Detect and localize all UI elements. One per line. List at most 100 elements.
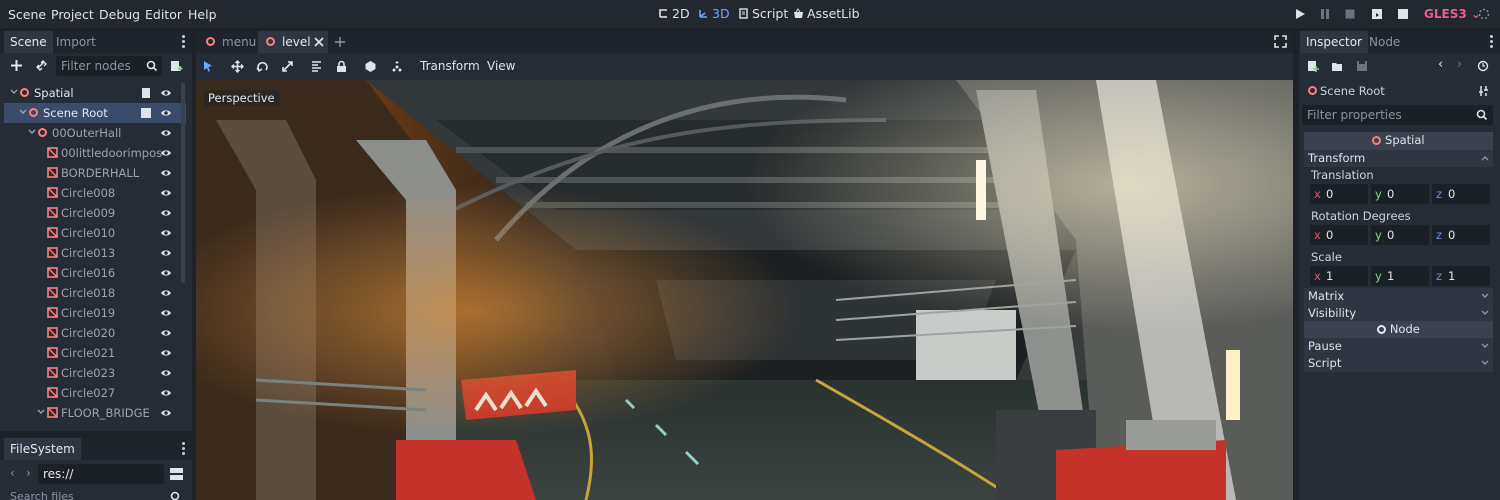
rotation-x-field[interactable]: x0 (1310, 225, 1368, 245)
visibility-eye-icon[interactable] (160, 187, 172, 199)
menu-help[interactable]: Help (188, 7, 217, 22)
tree-item[interactable]: Circle018 (4, 283, 186, 303)
tree-item[interactable]: FLOOR_BRIDGE (4, 403, 186, 423)
renderer-select[interactable]: GLES3 ⌄ (1424, 7, 1481, 21)
rotate-mode-icon[interactable] (256, 60, 269, 73)
group-icon[interactable] (364, 60, 377, 73)
forward-icon[interactable]: › (26, 466, 31, 480)
play-icon[interactable] (1294, 8, 1306, 20)
section-matrix[interactable]: Matrix (1304, 288, 1493, 305)
split-view-icon[interactable] (170, 467, 183, 480)
scene-tab-menu[interactable]: menu (200, 31, 258, 53)
menu-debug[interactable]: Debug (99, 7, 140, 22)
visibility-eye-icon[interactable] (160, 107, 172, 119)
tree-item[interactable]: Scene Root (4, 103, 186, 123)
move-mode-icon[interactable] (231, 60, 244, 73)
tree-item[interactable]: BORDERHALL (4, 163, 186, 183)
play-scene-icon[interactable] (1371, 8, 1383, 20)
chevron-down-icon[interactable] (19, 108, 27, 116)
scale-x-field[interactable]: x1 (1310, 266, 1368, 286)
select-mode-icon[interactable] (202, 60, 215, 73)
visibility-eye-icon[interactable] (160, 87, 172, 99)
visibility-eye-icon[interactable] (160, 407, 172, 419)
translation-y-field[interactable]: y0 (1371, 184, 1429, 204)
pause-icon[interactable] (1319, 8, 1331, 20)
filesystem-dock-menu-icon[interactable] (182, 442, 186, 456)
history-forward-icon[interactable]: › (1457, 57, 1462, 72)
object-properties-icon[interactable] (1478, 85, 1490, 97)
visibility-eye-icon[interactable] (160, 307, 172, 319)
translation-z-field[interactable]: z0 (1432, 184, 1490, 204)
list-select-icon[interactable] (310, 60, 323, 73)
menu-project[interactable]: Project (51, 7, 94, 22)
visibility-eye-icon[interactable] (160, 387, 172, 399)
attach-script-icon[interactable] (170, 59, 183, 72)
scene-tab-level[interactable]: level (258, 31, 328, 53)
distraction-free-icon[interactable] (1274, 35, 1287, 48)
visibility-eye-icon[interactable] (160, 227, 172, 239)
visibility-eye-icon[interactable] (160, 367, 172, 379)
open-scene-icon[interactable] (140, 107, 152, 119)
chevron-down-icon[interactable] (37, 408, 45, 416)
lock-icon[interactable] (335, 60, 348, 73)
scale-y-field[interactable]: y1 (1371, 266, 1429, 286)
stop-icon[interactable] (1344, 8, 1356, 20)
transform-menu[interactable]: Transform (420, 59, 480, 73)
workspace-3d-button[interactable]: 3D (698, 6, 730, 21)
visibility-eye-icon[interactable] (160, 147, 172, 159)
section-pause[interactable]: Pause (1304, 338, 1493, 355)
script-icon[interactable] (140, 87, 152, 99)
visibility-eye-icon[interactable] (160, 287, 172, 299)
chevron-down-icon[interactable] (28, 128, 36, 136)
visibility-eye-icon[interactable] (160, 127, 172, 139)
section-script[interactable]: Script (1304, 355, 1493, 372)
inspected-node[interactable]: Scene Root (1304, 84, 1493, 100)
scale-mode-icon[interactable] (281, 60, 294, 73)
tab-import[interactable]: Import (50, 31, 102, 53)
workspace-2d-button[interactable]: 2D (658, 6, 690, 21)
translation-x-field[interactable]: x0 (1310, 184, 1368, 204)
tree-item[interactable]: Circle020 (4, 323, 186, 343)
scene-dock-menu-icon[interactable] (182, 35, 186, 49)
history-back-icon[interactable]: ‹ (1438, 57, 1443, 72)
visibility-eye-icon[interactable] (160, 347, 172, 359)
tree-item[interactable]: Circle023 (4, 363, 186, 383)
instance-scene-icon[interactable] (35, 59, 48, 72)
save-resource-icon[interactable] (1356, 60, 1368, 72)
perspective-menu[interactable]: Perspective (204, 90, 279, 106)
snap-icon[interactable] (391, 60, 404, 73)
workspace-script-button[interactable]: Script (738, 6, 788, 21)
tree-item[interactable]: Circle019 (4, 303, 186, 323)
tree-item[interactable]: 00littledoorimpos (4, 143, 186, 163)
search-files-input[interactable]: Search files (10, 490, 74, 500)
tree-item[interactable]: Circle009 (4, 203, 186, 223)
visibility-eye-icon[interactable] (160, 207, 172, 219)
tree-item[interactable]: 00OuterHall (4, 123, 186, 143)
rotation-y-field[interactable]: y0 (1371, 225, 1429, 245)
visibility-eye-icon[interactable] (160, 267, 172, 279)
tab-node[interactable]: Node (1363, 31, 1406, 53)
new-scene-tab-icon[interactable] (334, 36, 346, 48)
tree-item[interactable]: Circle027 (4, 383, 186, 403)
history-icon[interactable] (1477, 60, 1489, 72)
section-visibility[interactable]: Visibility (1304, 305, 1493, 322)
section-transform[interactable]: Transform (1304, 150, 1493, 167)
scene-tree-scrollbar[interactable] (181, 83, 185, 283)
tree-item[interactable]: Circle013 (4, 243, 186, 263)
visibility-eye-icon[interactable] (160, 167, 172, 179)
tree-item[interactable]: Circle010 (4, 223, 186, 243)
menu-editor[interactable]: Editor (145, 7, 182, 22)
play-custom-scene-icon[interactable] (1397, 8, 1409, 20)
rotation-z-field[interactable]: z0 (1432, 225, 1490, 245)
tree-item[interactable]: Circle008 (4, 183, 186, 203)
inspector-dock-menu-icon[interactable] (1490, 35, 1494, 49)
tab-scene[interactable]: Scene (4, 31, 53, 53)
menu-scene[interactable]: Scene (8, 7, 46, 22)
tab-filesystem[interactable]: FileSystem (4, 438, 81, 460)
tab-inspector[interactable]: Inspector (1300, 31, 1368, 53)
tree-item[interactable]: Spatial (4, 83, 186, 103)
tree-item[interactable]: Circle021 (4, 343, 186, 363)
view-menu[interactable]: View (487, 59, 515, 73)
filter-properties-input[interactable]: Filter properties (1302, 105, 1493, 125)
add-node-icon[interactable] (10, 59, 23, 72)
